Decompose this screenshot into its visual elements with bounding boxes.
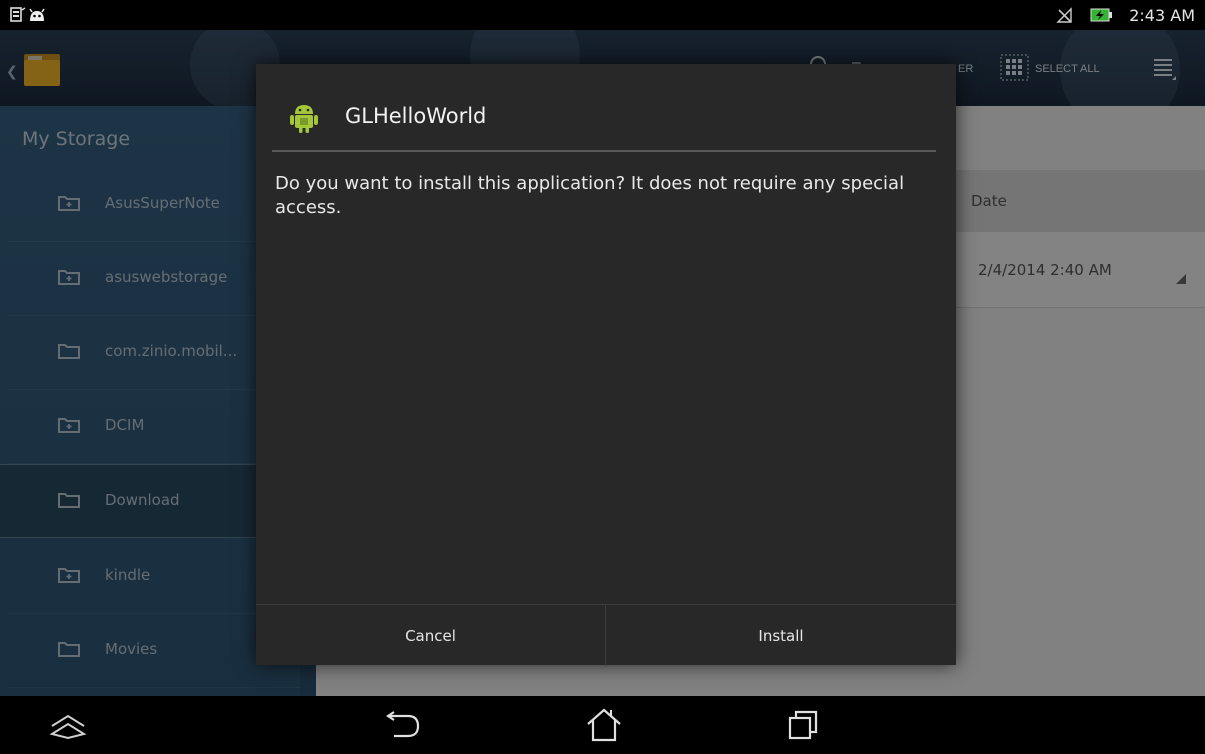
dialog-divider — [272, 150, 936, 152]
home-icon[interactable] — [584, 708, 624, 742]
back-icon[interactable] — [384, 708, 424, 742]
install-dialog: GLHelloWorld Do you want to install this… — [256, 64, 956, 666]
no-signal-icon — [1056, 7, 1072, 23]
android-app-icon — [290, 105, 318, 133]
battery-charging-icon — [1090, 8, 1112, 22]
android-debug-icon — [29, 8, 45, 21]
status-bar: 2:43 AM — [0, 0, 1205, 30]
dialog-message: Do you want to install this application?… — [275, 173, 905, 218]
install-button[interactable]: Install — [606, 605, 956, 666]
dialog-button-bar: Cancel Install — [256, 604, 956, 666]
recent-apps-icon[interactable] — [784, 708, 824, 742]
dialog-title: GLHelloWorld — [345, 104, 487, 128]
quick-settings-icon[interactable] — [48, 708, 88, 742]
sim-icon — [10, 7, 26, 22]
navigation-bar — [0, 696, 1205, 754]
clock-time: 2:43 AM — [1129, 6, 1195, 25]
cancel-button[interactable]: Cancel — [256, 605, 606, 666]
